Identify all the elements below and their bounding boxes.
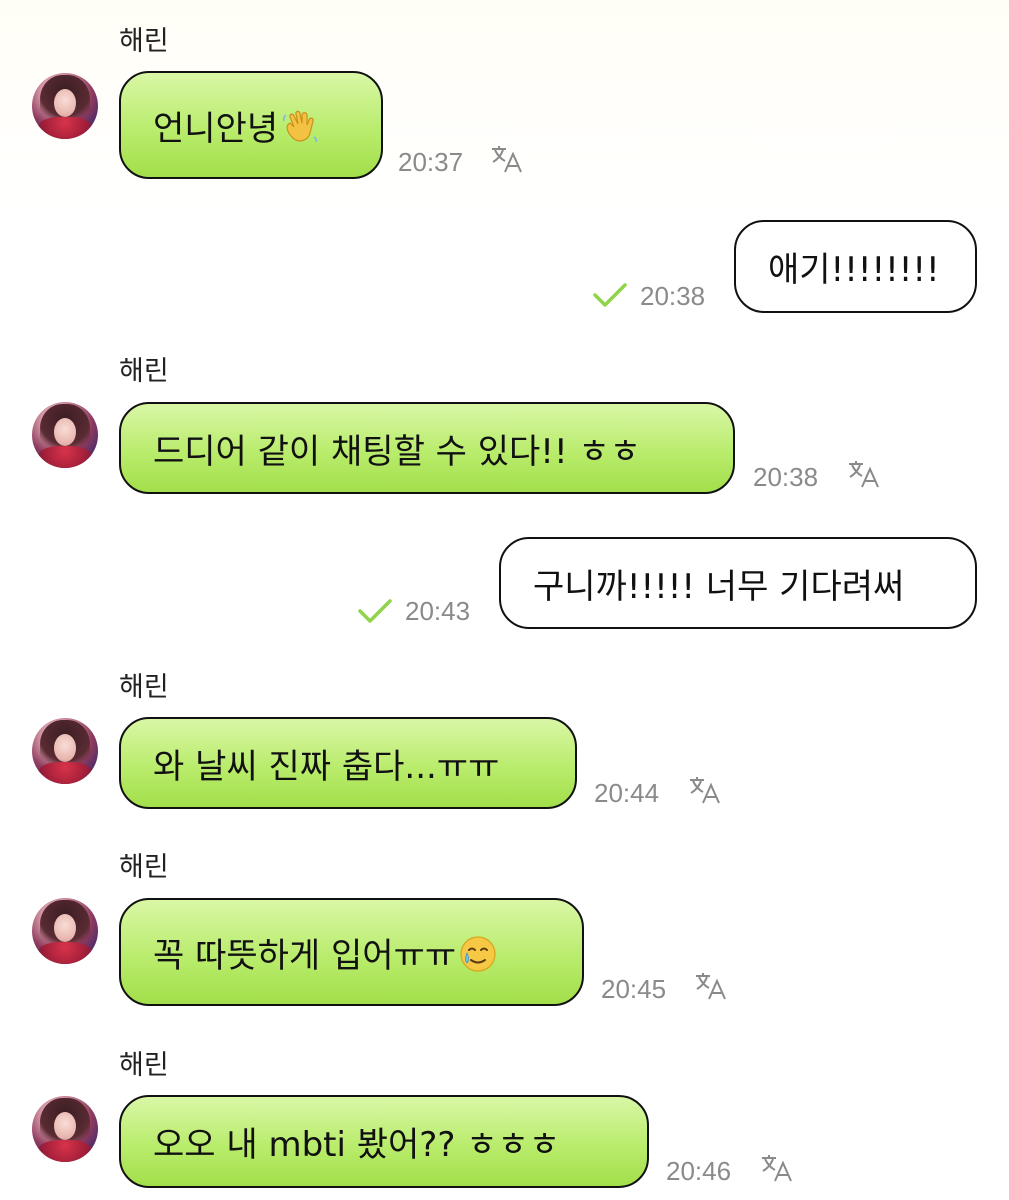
- message-time: 20:46: [666, 1156, 732, 1186]
- message-time: 20:45: [601, 974, 667, 1004]
- message-text: 애기!!!!!!!!: [768, 250, 940, 290]
- translate-icon[interactable]: [847, 459, 881, 489]
- message-text: 오오 내 mbti 봤어?? ㅎㅎㅎ: [153, 1125, 561, 1165]
- translate-icon[interactable]: [490, 144, 524, 174]
- waving-hand-icon: [283, 110, 318, 143]
- sender-name: 해린: [119, 852, 169, 883]
- message-time: 20:44: [594, 778, 660, 808]
- translate-icon[interactable]: [688, 775, 722, 805]
- message-bubble-outgoing[interactable]: 구니까!!!!! 너무 기다려써: [499, 537, 977, 629]
- message-bubble-incoming[interactable]: 언니안녕: [119, 71, 383, 179]
- crying-smile-icon: [460, 936, 496, 972]
- message-time: 20:43: [405, 596, 471, 626]
- message-time: 20:38: [640, 281, 706, 311]
- message-bubble-incoming[interactable]: 꼭 따뜻하게 입어ㅠㅠ: [119, 898, 584, 1006]
- check-icon: [593, 283, 627, 307]
- sender-name: 해린: [119, 26, 169, 57]
- sender-name: 해린: [119, 1050, 169, 1081]
- sender-name: 해린: [119, 672, 169, 703]
- translate-icon[interactable]: [760, 1153, 794, 1183]
- avatar[interactable]: [32, 898, 98, 964]
- message-bubble-outgoing[interactable]: 애기!!!!!!!!: [734, 220, 977, 313]
- message-time: 20:37: [398, 147, 464, 177]
- message-text: 언니안녕: [153, 108, 279, 149]
- avatar[interactable]: [32, 73, 98, 139]
- message-time: 20:38: [753, 462, 819, 492]
- message-text: 와 날씨 진짜 춥다...ㅠㅠ: [153, 746, 500, 787]
- message-text: 드디어 같이 채팅할 수 있다!! ㅎㅎ: [153, 431, 641, 472]
- chat-view: 해린 언니안녕 20:37 애기!!!!!!!! 20:38 해린 드디어 같이…: [0, 0, 1009, 1200]
- message-bubble-incoming[interactable]: 와 날씨 진짜 춥다...ㅠㅠ: [119, 717, 577, 809]
- sender-name: 해린: [119, 356, 169, 387]
- avatar[interactable]: [32, 1096, 98, 1162]
- message-bubble-incoming[interactable]: 드디어 같이 채팅할 수 있다!! ㅎㅎ: [119, 402, 735, 494]
- avatar[interactable]: [32, 718, 98, 784]
- message-text: 구니까!!!!! 너무 기다려써: [533, 566, 905, 607]
- avatar[interactable]: [32, 402, 98, 468]
- message-bubble-incoming[interactable]: 오오 내 mbti 봤어?? ㅎㅎㅎ: [119, 1095, 649, 1188]
- translate-icon[interactable]: [694, 971, 728, 1001]
- check-icon: [358, 599, 392, 623]
- message-text: 꼭 따뜻하게 입어ㅠㅠ: [153, 935, 457, 976]
